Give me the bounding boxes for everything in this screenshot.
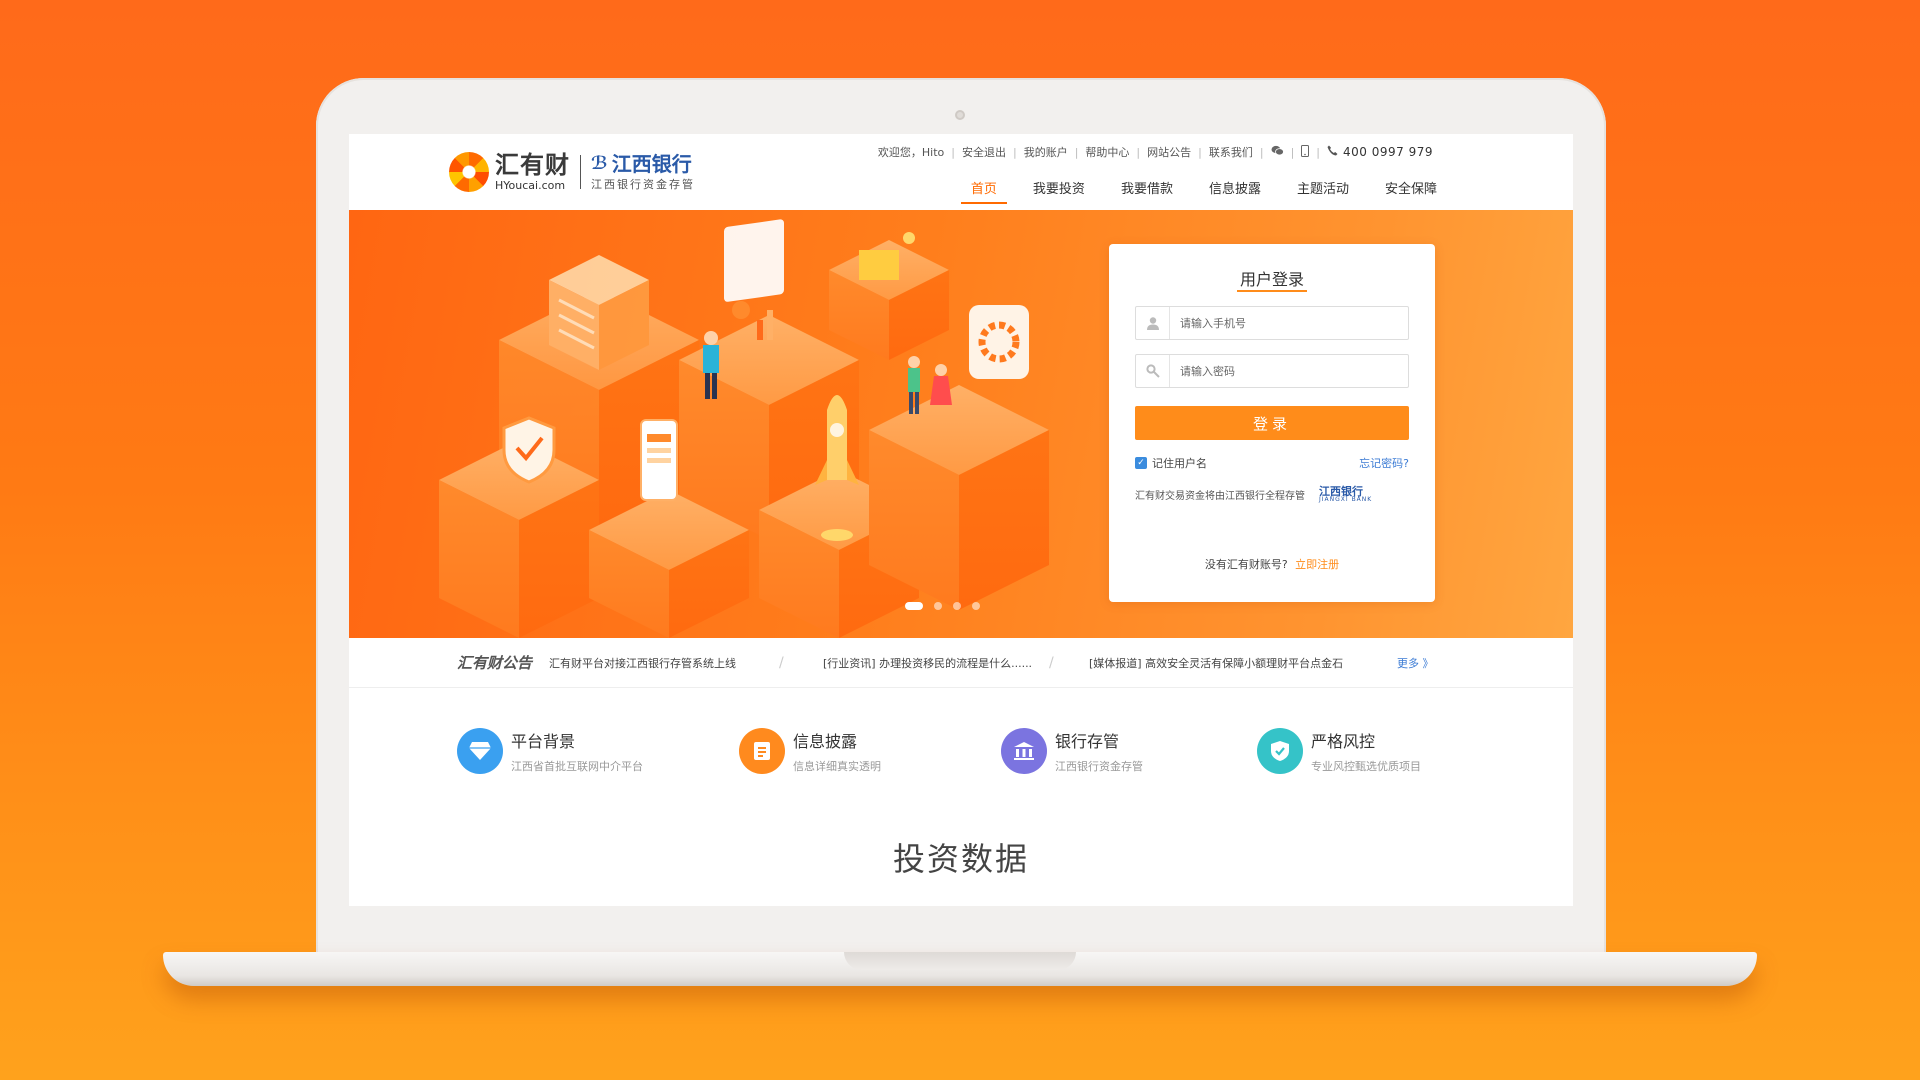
nav-borrow[interactable]: 我要借款: [1121, 178, 1173, 204]
feature-title: 银行存管: [1055, 732, 1120, 751]
remember-checkbox[interactable]: ✓: [1135, 457, 1147, 469]
key-icon: [1136, 355, 1170, 387]
feature-title: 信息披露: [793, 732, 858, 751]
password-placeholder: 请输入密码: [1180, 365, 1235, 378]
register-prompt: 没有汇有财账号? 立即注册: [1109, 556, 1435, 572]
phone-icon: [1327, 145, 1338, 159]
jiangxi-bank-logo: 江西银行 JIANGXI BANK: [1319, 486, 1372, 503]
announcement-item[interactable]: [行业资讯] 办理投资移民的流程是什么......: [823, 655, 1032, 671]
carousel-dot[interactable]: [953, 602, 961, 610]
bank-name: 江西银行: [611, 152, 692, 176]
feature-disclosure[interactable]: 信息披露 信息详细真实透明: [739, 728, 881, 774]
login-panel: 用户登录 请输入手机号 请输入密码 登录 ✓ 记住用户名 忘记密码? 汇有财交易…: [1109, 244, 1435, 602]
brand-name: 汇有财: [495, 151, 570, 179]
feature-desc: 信息详细真实透明: [793, 760, 881, 773]
remember-me[interactable]: ✓ 记住用户名: [1135, 455, 1207, 471]
divider: |: [1012, 145, 1017, 159]
hero-banner[interactable]: 用户登录 请输入手机号 请输入密码 登录 ✓ 记住用户名 忘记密码? 汇有财交易…: [349, 210, 1573, 638]
carousel-dot[interactable]: [934, 602, 942, 610]
feature-title: 平台背景: [511, 732, 576, 751]
custody-note: 汇有财交易资金将由江西银行全程存管 江西银行 JIANGXI BANK: [1135, 486, 1372, 503]
main-nav: 首页 我要投资 我要借款 信息披露 主题活动 安全保障: [935, 178, 1437, 204]
feature-desc: 江西省首批互联网中介平台: [511, 760, 643, 773]
divider: |: [1316, 145, 1321, 159]
remember-label: 记住用户名: [1152, 457, 1207, 470]
nav-invest[interactable]: 我要投资: [1033, 178, 1085, 204]
camera-icon: [955, 110, 965, 120]
feature-custody[interactable]: 银行存管 江西银行资金存管: [1001, 728, 1143, 774]
logo-divider: [580, 155, 581, 189]
nav-disclosure[interactable]: 信息披露: [1209, 178, 1261, 204]
diamond-icon: [457, 728, 503, 774]
logo-icon: [449, 152, 489, 192]
login-button[interactable]: 登录: [1135, 406, 1409, 440]
divider: /: [779, 654, 784, 671]
announcement-item[interactable]: 汇有财平台对接江西银行存管系统上线: [549, 655, 736, 671]
brand-domain: HYoucai.com: [495, 179, 566, 192]
user-icon: [1136, 307, 1170, 339]
mobile-icon[interactable]: [1301, 144, 1310, 160]
laptop-notch: [844, 952, 1076, 970]
divider: |: [951, 145, 955, 159]
shield-check-icon: [1257, 728, 1303, 774]
password-input[interactable]: 请输入密码: [1135, 354, 1409, 388]
custody-text: 汇有财交易资金将由江西银行全程存管: [1135, 491, 1305, 502]
wechat-icon[interactable]: [1271, 145, 1284, 159]
bank-emblem-icon: ℬ: [591, 153, 608, 174]
nav-security[interactable]: 安全保障: [1385, 178, 1437, 204]
announcement-title: 汇有财公告: [457, 654, 533, 672]
divider: |: [1198, 145, 1202, 159]
top-link-bar: 欢迎您，Hito | 安全退出 | 我的账户 | 帮助中心 | 网站公告 | 联…: [878, 144, 1433, 160]
announcement-bar: 汇有财公告 汇有财平台对接江西银行存管系统上线 / [行业资讯] 办理投资移民的…: [349, 638, 1573, 688]
site-logo[interactable]: 汇有财 HYoucai.com ℬ 江西银行 江西银行资金存管: [449, 152, 695, 192]
bank-icon: [1001, 728, 1047, 774]
divider: |: [1074, 145, 1079, 159]
feature-platform[interactable]: 平台背景 江西省首批互联网中介平台: [457, 728, 643, 774]
carousel-dot[interactable]: [905, 602, 923, 610]
section-title: 投资数据: [892, 840, 1029, 878]
nav-events[interactable]: 主题活动: [1297, 178, 1349, 204]
title-underline: [1237, 290, 1307, 292]
phone-input[interactable]: 请输入手机号: [1135, 306, 1409, 340]
announcement-item[interactable]: [媒体报道] 高效安全灵活有保障小额理财平台点金石: [1089, 655, 1343, 671]
login-title: 用户登录: [1239, 270, 1304, 289]
no-account-text: 没有汇有财账号?: [1204, 558, 1288, 571]
feature-risk-control[interactable]: 严格风控 专业风控甄选优质项目: [1257, 728, 1421, 774]
divider: /: [1049, 654, 1054, 671]
feature-desc: 专业风控甄选优质项目: [1311, 760, 1421, 773]
document-icon: [739, 728, 785, 774]
bank-logo-en: JIANGXI BANK: [1319, 496, 1373, 503]
hotline-number: 400 0997 979: [1343, 145, 1433, 159]
browser-screen: 汇有财 HYoucai.com ℬ 江西银行 江西银行资金存管 欢迎您，Hito…: [349, 134, 1573, 906]
bank-subtitle: 江西银行资金存管: [591, 178, 695, 191]
feature-title: 严格风控: [1311, 732, 1376, 751]
welcome-text: 欢迎您，Hito: [877, 146, 945, 159]
divider: |: [1290, 145, 1295, 159]
feature-desc: 江西银行资金存管: [1055, 760, 1143, 773]
nav-home[interactable]: 首页: [960, 178, 1007, 204]
phone-placeholder: 请输入手机号: [1180, 317, 1246, 330]
help-center-link[interactable]: 帮助中心: [1085, 144, 1129, 160]
register-link[interactable]: 立即注册: [1295, 558, 1339, 571]
carousel-dot[interactable]: [972, 602, 980, 610]
more-link[interactable]: 更多 》: [1397, 655, 1434, 671]
my-account-link[interactable]: 我的账户: [1024, 144, 1068, 160]
announcements-link[interactable]: 网站公告: [1147, 144, 1191, 160]
carousel-indicators: [905, 602, 991, 610]
bank-logo: ℬ 江西银行: [591, 154, 695, 174]
contact-link[interactable]: 联系我们: [1209, 144, 1253, 160]
site-header: 汇有财 HYoucai.com ℬ 江西银行 江西银行资金存管 欢迎您，Hito…: [349, 134, 1573, 210]
isometric-finance-illustration: [439, 219, 1049, 638]
divider: |: [1259, 145, 1264, 159]
logout-link[interactable]: 安全退出: [962, 144, 1006, 160]
forgot-password-link[interactable]: 忘记密码?: [1359, 455, 1409, 471]
divider: |: [1136, 145, 1141, 159]
